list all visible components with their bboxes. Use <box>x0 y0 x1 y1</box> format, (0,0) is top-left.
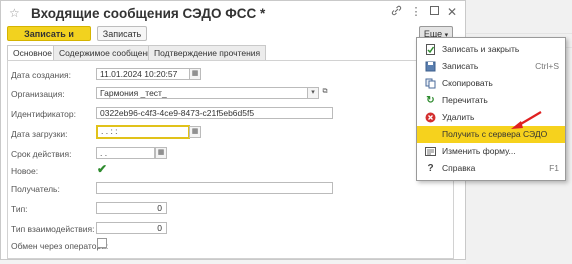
tab-main[interactable]: Основное <box>7 45 58 61</box>
load-date-field[interactable]: . . : : <box>96 125 190 139</box>
save-button[interactable]: Записать <box>97 26 147 41</box>
form-window: ☆ Входящие сообщения СЭДО ФСС * ⋮ ✕ Запи… <box>0 0 466 260</box>
created-date-field[interactable]: 11.01.2024 10:20:57 <box>96 68 190 80</box>
menu-item-label: Изменить форму... <box>442 146 516 156</box>
menu-item-label: Записать и закрыть <box>442 44 520 54</box>
refresh-icon: ↻ <box>426 95 435 106</box>
background-divider <box>466 33 572 34</box>
tab-read-confirmation[interactable]: Подтверждение прочтения <box>148 45 267 60</box>
menu-item-label: Перечитать <box>442 95 488 105</box>
open-icon[interactable]: ⧉ <box>319 87 331 99</box>
maximize-icon[interactable] <box>427 5 441 19</box>
more-menu: Записать и закрыть Записать Ctrl+S Скопи… <box>416 37 566 181</box>
menu-item-save-close[interactable]: Записать и закрыть <box>417 41 565 58</box>
menu-item-copy[interactable]: Скопировать <box>417 75 565 92</box>
save-close-icon <box>425 44 436 55</box>
menu-item-label: Записать <box>442 61 479 71</box>
pointer-arrow-icon <box>511 111 542 129</box>
menu-item-label: Справка <box>442 163 476 173</box>
save-close-button[interactable]: Записать и закрыть <box>7 26 91 54</box>
new-checkbox[interactable]: ✔ <box>97 163 107 175</box>
valid-until-field[interactable]: . . <box>96 147 155 159</box>
dropdown-icon[interactable]: ▾ <box>307 87 319 99</box>
operator-label: Обмен через оператора: <box>11 241 109 251</box>
menu-item-label: Удалить <box>442 112 475 122</box>
tab-message-content[interactable]: Содержимое сообщения <box>53 45 163 60</box>
close-icon[interactable]: ✕ <box>445 5 459 19</box>
calendar-icon[interactable]: ▦ <box>189 68 201 80</box>
type-label: Тип: <box>11 204 28 214</box>
identifier-field[interactable]: 0322eb96-c4f3-4ce9-8473-c21f5eb6d5f5 <box>96 107 333 119</box>
menu-item-change-form[interactable]: Изменить форму... <box>417 143 565 160</box>
link-icon[interactable] <box>389 5 403 19</box>
more-vertical-icon[interactable]: ⋮ <box>409 5 423 19</box>
created-label: Дата создания: <box>11 70 71 80</box>
calendar-icon[interactable]: ▦ <box>189 126 201 138</box>
valid-label: Срок действия: <box>11 149 72 159</box>
recipient-label: Получатель: <box>11 184 60 194</box>
menu-item-shortcut: F1 <box>549 163 559 173</box>
menu-item-shortcut: Ctrl+S <box>535 61 559 71</box>
id-label: Идентификатор: <box>11 109 76 119</box>
star-icon[interactable]: ☆ <box>9 6 20 20</box>
form-settings-icon <box>425 146 436 157</box>
org-label: Организация: <box>11 89 65 99</box>
loaded-label: Дата загрузки: <box>11 129 68 139</box>
recipient-field[interactable] <box>96 182 333 194</box>
new-label: Новое: <box>11 166 39 176</box>
help-icon: ? <box>427 163 434 174</box>
organization-field[interactable]: Гармония _тест_ <box>96 87 308 99</box>
interaction-type-field[interactable]: 0 <box>96 222 167 234</box>
menu-item-reread[interactable]: ↻ Перечитать <box>417 92 565 109</box>
menu-item-save[interactable]: Записать Ctrl+S <box>417 58 565 75</box>
menu-item-help[interactable]: ? Справка F1 <box>417 160 565 177</box>
delete-icon <box>425 112 436 123</box>
copy-icon <box>425 78 436 89</box>
operator-checkbox[interactable] <box>97 238 107 248</box>
type-field[interactable]: 0 <box>96 202 167 214</box>
calendar-icon[interactable]: ▦ <box>155 147 167 159</box>
save-icon <box>425 61 436 72</box>
menu-item-label: Скопировать <box>442 78 493 88</box>
window-title: Входящие сообщения СЭДО ФСС * <box>31 6 266 21</box>
interaction-label: Тип взаимодействия: <box>11 224 95 234</box>
